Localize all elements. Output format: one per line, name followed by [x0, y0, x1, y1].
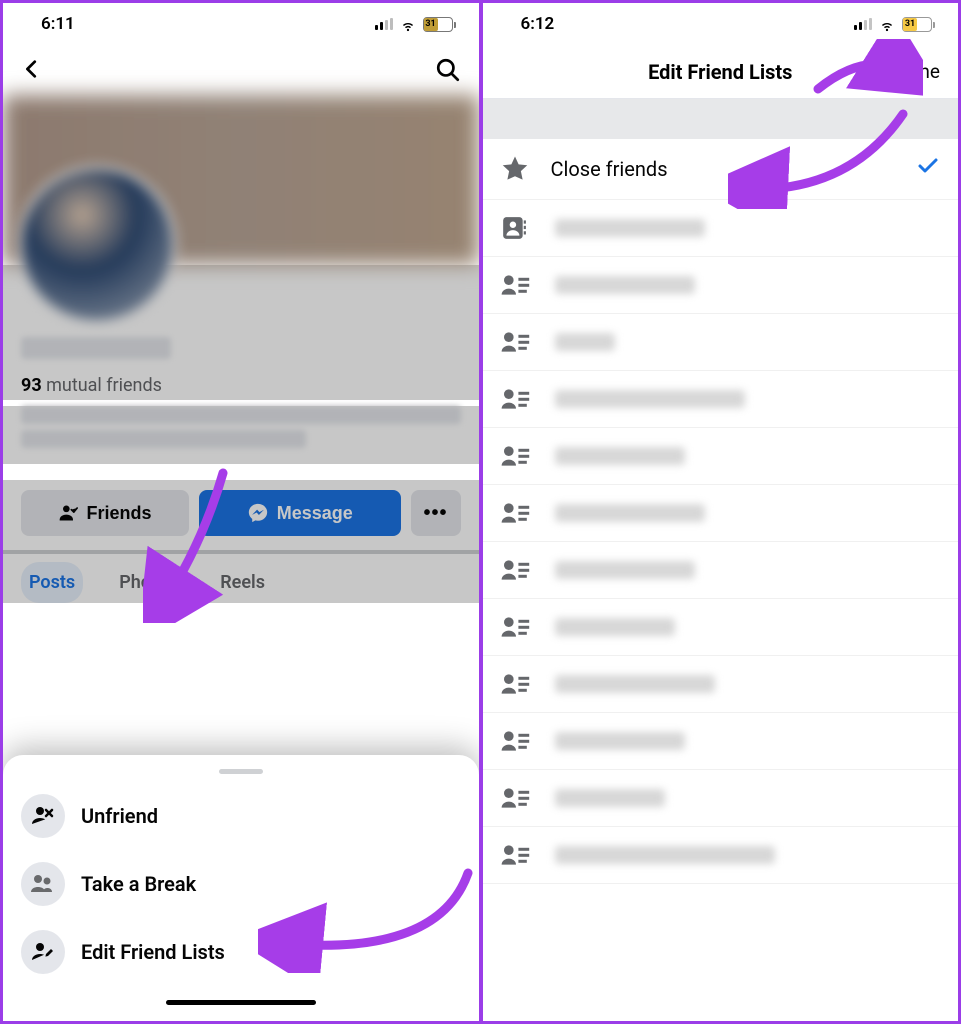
mutual-friends-row[interactable]: 93 mutual friends [3, 365, 479, 400]
search-icon[interactable] [435, 57, 461, 83]
sheet-drag-handle[interactable] [219, 769, 263, 774]
list-label-redacted [555, 447, 685, 465]
cellular-signal-icon [854, 18, 872, 30]
person-list-icon [499, 271, 535, 299]
mutual-friends-label: mutual friends [46, 375, 162, 396]
person-list-icon [499, 784, 535, 812]
list-label-redacted [555, 561, 695, 579]
section-gap [483, 99, 959, 139]
wifi-icon [399, 17, 417, 31]
person-list-icon [499, 499, 535, 527]
person-list-icon [499, 385, 535, 413]
modal-title: Edit Friend Lists [648, 60, 792, 84]
sheet-take-break-label: Take a Break [81, 872, 196, 896]
battery-icon: 31 [423, 17, 453, 32]
status-time: 6:12 [521, 14, 555, 34]
sheet-take-break[interactable]: Take a Break [11, 850, 471, 918]
modal-header: Edit Friend Lists Done [483, 45, 959, 99]
back-button[interactable] [21, 54, 43, 87]
list-label-redacted [555, 504, 705, 522]
wifi-icon [878, 17, 896, 31]
list-label-redacted [555, 732, 685, 750]
tab-reels[interactable]: Reels [212, 562, 273, 603]
list-label-redacted [555, 789, 665, 807]
checkmark-icon [916, 154, 940, 184]
profile-avatar[interactable] [17, 165, 177, 325]
friends-button[interactable]: Friends [21, 490, 189, 536]
address-book-icon [499, 214, 535, 242]
profile-tabs: Posts Photos Reels [3, 554, 479, 603]
list-row[interactable] [483, 713, 959, 770]
ellipsis-icon: ••• [423, 502, 447, 525]
list-label-redacted [555, 618, 675, 636]
tab-posts[interactable]: Posts [21, 562, 83, 603]
profile-screen: 6:11 31 [3, 3, 479, 1021]
list-label-redacted [555, 846, 775, 864]
status-time: 6:11 [41, 14, 75, 34]
sheet-unfriend[interactable]: Unfriend [11, 782, 471, 850]
mutual-friends-count: 93 [21, 375, 42, 396]
status-bar: 6:11 31 [3, 3, 479, 45]
person-list-icon [499, 727, 535, 755]
done-button[interactable]: Done [896, 45, 940, 98]
list-row[interactable] [483, 542, 959, 599]
sheet-edit-friend-lists-label: Edit Friend Lists [81, 940, 225, 964]
message-button-label: Message [277, 503, 353, 524]
status-bar: 6:12 31 [483, 3, 959, 45]
list-row[interactable] [483, 656, 959, 713]
battery-icon: 31 [902, 17, 932, 32]
cover-photo[interactable] [3, 95, 479, 265]
unfriend-icon [21, 794, 65, 838]
cellular-signal-icon [375, 18, 393, 30]
list-row[interactable] [483, 599, 959, 656]
friends-icon [58, 503, 78, 523]
list-label-redacted [555, 675, 715, 693]
list-label-redacted [555, 333, 615, 351]
sheet-edit-friend-lists[interactable]: Edit Friend Lists [11, 918, 471, 986]
edit-friend-lists-screen: 6:12 31 Edit Friend Lists Done Close fri… [483, 3, 959, 1021]
home-indicator[interactable] [166, 1000, 316, 1005]
list-row[interactable] [483, 257, 959, 314]
person-list-icon [499, 328, 535, 356]
person-list-icon [499, 613, 535, 641]
list-label-redacted [555, 390, 745, 408]
person-list-icon [499, 442, 535, 470]
list-row-close-friends[interactable]: Close friends [483, 139, 959, 200]
more-button[interactable]: ••• [411, 490, 461, 536]
list-row[interactable] [483, 827, 959, 884]
person-list-icon [499, 841, 535, 869]
star-icon [499, 153, 531, 185]
messenger-icon [247, 502, 269, 524]
take-break-icon [21, 862, 65, 906]
tab-photos[interactable]: Photos [111, 562, 184, 603]
list-row[interactable] [483, 371, 959, 428]
list-row[interactable] [483, 770, 959, 827]
list-row[interactable] [483, 200, 959, 257]
profile-name [21, 337, 171, 359]
list-label-redacted [555, 276, 695, 294]
nav-bar [3, 45, 479, 95]
profile-bio [3, 406, 479, 464]
friends-action-sheet: Unfriend Take a Break Edit Friend Lists [3, 755, 479, 1021]
person-list-icon [499, 670, 535, 698]
list-row[interactable] [483, 428, 959, 485]
friends-button-label: Friends [86, 503, 151, 524]
edit-friend-lists-icon [21, 930, 65, 974]
list-row[interactable] [483, 314, 959, 371]
close-friends-label: Close friends [551, 157, 897, 181]
message-button[interactable]: Message [199, 490, 401, 536]
list-row[interactable] [483, 485, 959, 542]
sheet-unfriend-label: Unfriend [81, 804, 158, 828]
list-label-redacted [555, 219, 705, 237]
profile-action-row: Friends Message ••• [3, 480, 479, 550]
person-list-icon [499, 556, 535, 584]
